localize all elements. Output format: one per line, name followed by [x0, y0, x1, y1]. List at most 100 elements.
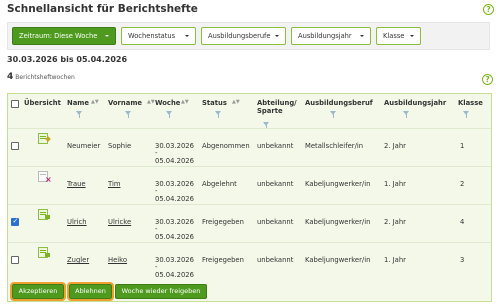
filter-bar: Zeitraum: Diese Woche Wochenstatus Ausbi… — [7, 22, 490, 50]
filter-icon[interactable] — [215, 111, 221, 118]
cell-first-name: Sophie — [108, 142, 132, 150]
cell-status: Abgenommen — [202, 142, 250, 150]
cell-occupation: Kabeljungwerker/in — [305, 218, 371, 226]
cell-week-dash: - — [155, 225, 158, 233]
filter-icon[interactable] — [166, 111, 172, 118]
sort-icon[interactable]: ▲▼ — [232, 100, 240, 105]
table-row[interactable]: × Traue Tim 30.03.2026 - 05.04.2026 Abge… — [8, 167, 491, 204]
timeframe-filter-label: Zeitraum: Diese Woche — [19, 32, 98, 40]
column-header-overview[interactable]: Übersicht — [24, 99, 61, 107]
action-bar: Akzeptieren Ablehnen Woche wieder freige… — [8, 280, 491, 302]
cell-week-dash: - — [155, 187, 158, 195]
filter-icon[interactable] — [463, 111, 469, 118]
report-edit-icon[interactable] — [38, 133, 51, 145]
cell-occupation: Kabeljungwerker/in — [305, 256, 371, 264]
occupation-filter-label: Ausbildungsberufe — [208, 32, 271, 40]
year-filter-label: Ausbildungsjahr — [298, 32, 352, 40]
cell-first-name[interactable]: Tim — [108, 180, 120, 188]
column-header-week[interactable]: Woche — [155, 99, 180, 107]
date-range: 30.03.2026 bis 05.04.2026 — [7, 55, 128, 64]
cell-week-end: 05.04.2026 — [155, 195, 194, 203]
cell-week-start: 30.03.2026 — [155, 142, 194, 150]
cell-first-name[interactable]: Ulricke — [108, 218, 131, 226]
timeframe-filter-button[interactable]: Zeitraum: Diese Woche — [12, 27, 116, 45]
filter-icon[interactable] — [263, 122, 269, 129]
table-row[interactable]: Ulrich Ulricke 30.03.2026 - 05.04.2026 F… — [8, 205, 491, 242]
week-status-filter-label: Wochenstatus — [128, 32, 176, 40]
cell-year: 1. Jahr — [384, 256, 406, 264]
class-filter-button[interactable]: Klasse — [376, 27, 421, 45]
cell-name[interactable]: Zugler — [67, 256, 89, 264]
cell-status: Freigegeben — [202, 256, 244, 264]
chevron-down-icon — [105, 35, 109, 37]
column-header-department[interactable]: Abteilung/ Sparte — [257, 99, 307, 115]
table-row[interactable]: Neumeier Sophie 30.03.2026 - 05.04.2026 … — [8, 129, 491, 166]
occupation-filter-button[interactable]: Ausbildungsberufe — [201, 27, 286, 45]
cell-name[interactable]: Traue — [67, 180, 86, 188]
report-rejected-icon[interactable]: × — [38, 171, 52, 184]
cell-week-dash: - — [155, 149, 158, 157]
chevron-down-icon — [410, 35, 414, 37]
record-count-label: Berichtsheftwochen — [15, 74, 75, 81]
page-title: Schnellansicht für Berichtshefte — [7, 3, 198, 15]
accept-button[interactable]: Akzeptieren — [10, 282, 66, 301]
cell-status: Freigegeben — [202, 218, 244, 226]
column-header-first-name[interactable]: Vorname — [108, 99, 142, 107]
filter-icon[interactable] — [76, 111, 82, 118]
report-table: Übersicht Name ▲▼ Vorname ▲▼ Woche ▲▼ St… — [7, 93, 492, 302]
cell-department: unbekannt — [257, 180, 294, 188]
cell-occupation: Metallschleifer/in — [305, 142, 364, 150]
row-checkbox[interactable] — [11, 217, 19, 226]
cell-week-start: 30.03.2026 — [155, 180, 194, 188]
filter-icon[interactable] — [330, 111, 336, 118]
sort-icon[interactable]: ▲▼ — [91, 100, 99, 105]
chevron-down-icon — [185, 35, 189, 37]
cell-year: 2. Jahr — [384, 142, 406, 150]
cell-week-end: 05.04.2026 — [155, 157, 194, 165]
cell-week-dash: - — [155, 263, 158, 271]
help-icon[interactable]: ? — [483, 4, 494, 15]
select-all-checkbox[interactable] — [11, 100, 19, 108]
cell-occupation: Kabeljungwerker/in — [305, 180, 371, 188]
report-approved-icon[interactable] — [38, 247, 50, 259]
table-row[interactable]: Zugler Heiko 30.03.2026 - 05.04.2026 Fre… — [8, 243, 491, 280]
cell-week-end: 05.04.2026 — [155, 233, 194, 241]
cell-department: unbekannt — [257, 142, 294, 150]
year-filter-button[interactable]: Ausbildungsjahr — [291, 27, 371, 45]
sort-icon[interactable]: ▲▼ — [147, 100, 155, 105]
release-week-button[interactable]: Woche wieder freigeben — [115, 284, 207, 299]
filter-icon[interactable] — [403, 111, 409, 118]
row-checkbox[interactable] — [11, 142, 19, 150]
cell-class: 1 — [460, 142, 465, 150]
column-header-year[interactable]: Ausbildungsjahr — [384, 99, 446, 107]
cell-year: 2. Jahr — [384, 218, 406, 226]
cell-class: 4 — [460, 218, 465, 226]
cell-department: unbekannt — [257, 256, 294, 264]
cell-class: 3 — [460, 256, 465, 264]
report-approved-icon[interactable] — [38, 209, 50, 221]
cell-week-start: 30.03.2026 — [155, 256, 194, 264]
cell-year: 1. Jahr — [384, 180, 406, 188]
sort-icon[interactable]: ▲▼ — [181, 100, 189, 105]
record-count-value: 4 — [7, 72, 14, 82]
column-header-occupation[interactable]: Ausbildungsberuf — [305, 99, 373, 107]
cell-status: Abgelehnt — [202, 180, 237, 188]
cell-department: unbekannt — [257, 218, 294, 226]
week-status-filter-button[interactable]: Wochenstatus — [121, 27, 196, 45]
chevron-down-icon — [275, 35, 279, 37]
record-count: 4 Berichtsheftwochen — [7, 72, 75, 82]
column-header-name[interactable]: Name — [67, 99, 89, 107]
cell-name: Neumeier — [67, 142, 101, 150]
column-header-status[interactable]: Status — [202, 99, 227, 107]
reject-button[interactable]: Ablehnen — [67, 282, 114, 301]
cell-first-name[interactable]: Heiko — [108, 256, 127, 264]
cell-week-end: 05.04.2026 — [155, 271, 194, 279]
cell-week-start: 30.03.2026 — [155, 218, 194, 226]
chevron-down-icon — [360, 35, 364, 37]
class-filter-label: Klasse — [383, 32, 405, 40]
column-header-class[interactable]: Klasse — [458, 99, 483, 107]
row-checkbox[interactable] — [11, 256, 19, 264]
filter-icon[interactable] — [125, 111, 131, 118]
cell-name[interactable]: Ulrich — [67, 218, 87, 226]
help-icon[interactable]: ? — [482, 74, 493, 85]
